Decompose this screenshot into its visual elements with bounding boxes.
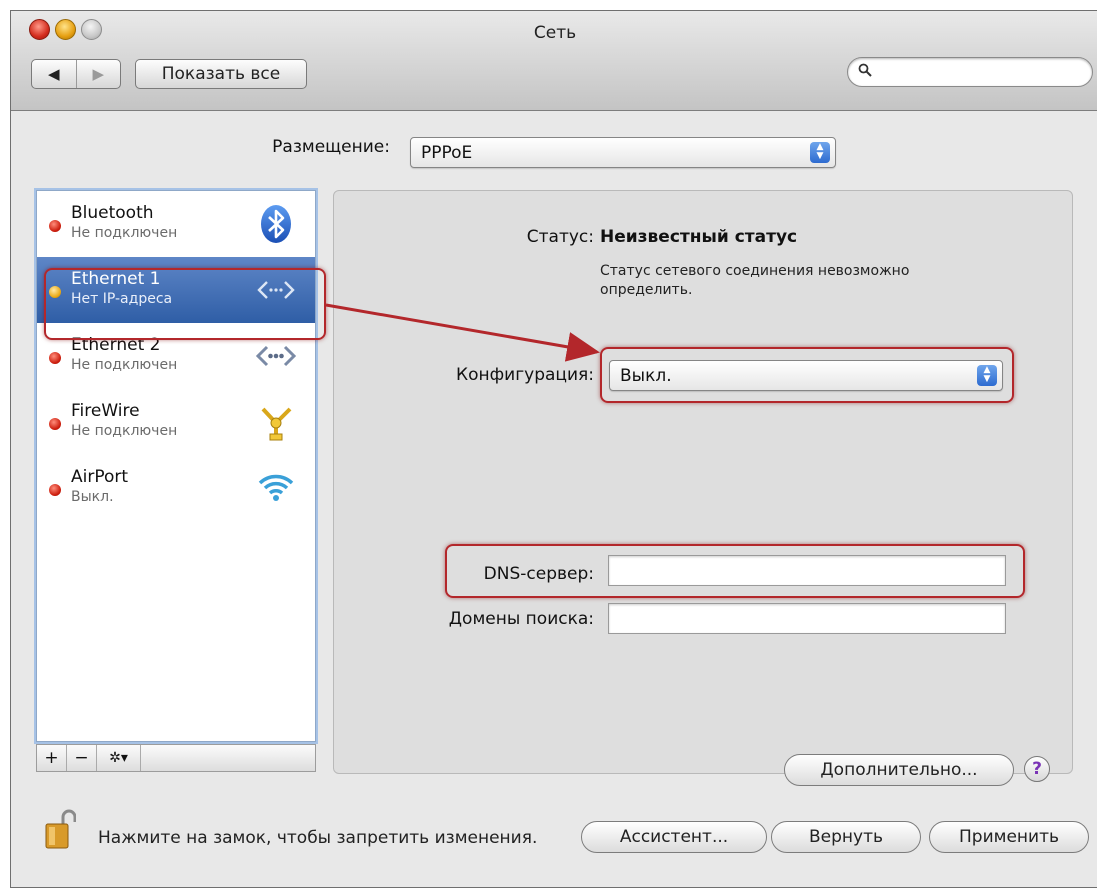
search-domains-label: Домены поиска: xyxy=(448,609,594,629)
service-status: Не подключен xyxy=(71,357,178,373)
status-description: Статус сетевого соединения невозможно оп… xyxy=(600,263,910,298)
forward-button[interactable]: ▶ xyxy=(75,60,121,88)
ethernet-1-highlight xyxy=(44,268,326,340)
configuration-highlight xyxy=(600,347,1014,403)
window-title: Сеть xyxy=(533,23,577,43)
revert-button[interactable]: Вернуть xyxy=(771,821,921,853)
show-all-button[interactable]: Показать все xyxy=(135,59,307,89)
add-service-button[interactable]: + xyxy=(37,745,67,771)
status-dot-red-icon xyxy=(49,352,61,364)
configuration-label: Конфигурация: xyxy=(456,365,594,385)
service-list-controls: + − ✲▾ xyxy=(36,744,316,772)
service-item-firewire[interactable]: FireWire Не подключен xyxy=(37,389,315,455)
location-value: PPPoE xyxy=(421,142,473,163)
service-item-airport[interactable]: AirPort Выкл. xyxy=(37,455,315,521)
status-dot-red-icon xyxy=(49,484,61,496)
status-dot-red-icon xyxy=(49,418,61,430)
back-button[interactable]: ◀ xyxy=(32,60,76,88)
service-status: Выкл. xyxy=(71,489,114,505)
action-menu-button[interactable]: ✲▾ xyxy=(97,745,141,771)
search-domains-field[interactable] xyxy=(608,603,1006,634)
help-button[interactable]: ? xyxy=(1024,756,1050,782)
remove-service-button[interactable]: − xyxy=(67,745,97,771)
status-value: Неизвестный статус xyxy=(600,227,798,247)
wifi-icon xyxy=(258,474,294,501)
lock-open-icon[interactable] xyxy=(44,808,76,850)
popup-arrows-icon: ▲ ▼ xyxy=(810,142,830,163)
service-name: FireWire xyxy=(71,401,140,421)
service-status: Не подключен xyxy=(71,225,178,241)
ethernet-icon xyxy=(255,345,297,367)
service-name: Bluetooth xyxy=(71,203,154,223)
back-forward-control: ◀ ▶ xyxy=(31,59,121,89)
status-dot-red-icon xyxy=(49,220,61,232)
titlebar: Сеть ◀ ▶ Показать все xyxy=(11,11,1097,111)
dns-highlight xyxy=(445,544,1025,598)
service-item-bluetooth[interactable]: Bluetooth Не подключен xyxy=(37,191,315,257)
firewire-icon xyxy=(261,407,292,441)
assistant-button[interactable]: Ассистент... xyxy=(581,821,767,853)
bluetooth-icon xyxy=(261,205,291,243)
search-input[interactable] xyxy=(847,57,1093,87)
service-status: Не подключен xyxy=(71,423,178,439)
apply-button[interactable]: Применить xyxy=(929,821,1089,853)
status-label: Статус: xyxy=(526,227,594,247)
location-label: Размещение: xyxy=(272,137,390,157)
service-name: AirPort xyxy=(71,467,129,487)
search-icon xyxy=(858,63,872,77)
location-popup[interactable]: PPPoE ▲ ▼ xyxy=(410,137,836,168)
lock-message: Нажмите на замок, чтобы запретить измене… xyxy=(98,828,538,848)
advanced-button[interactable]: Дополнительно... xyxy=(784,754,1014,786)
